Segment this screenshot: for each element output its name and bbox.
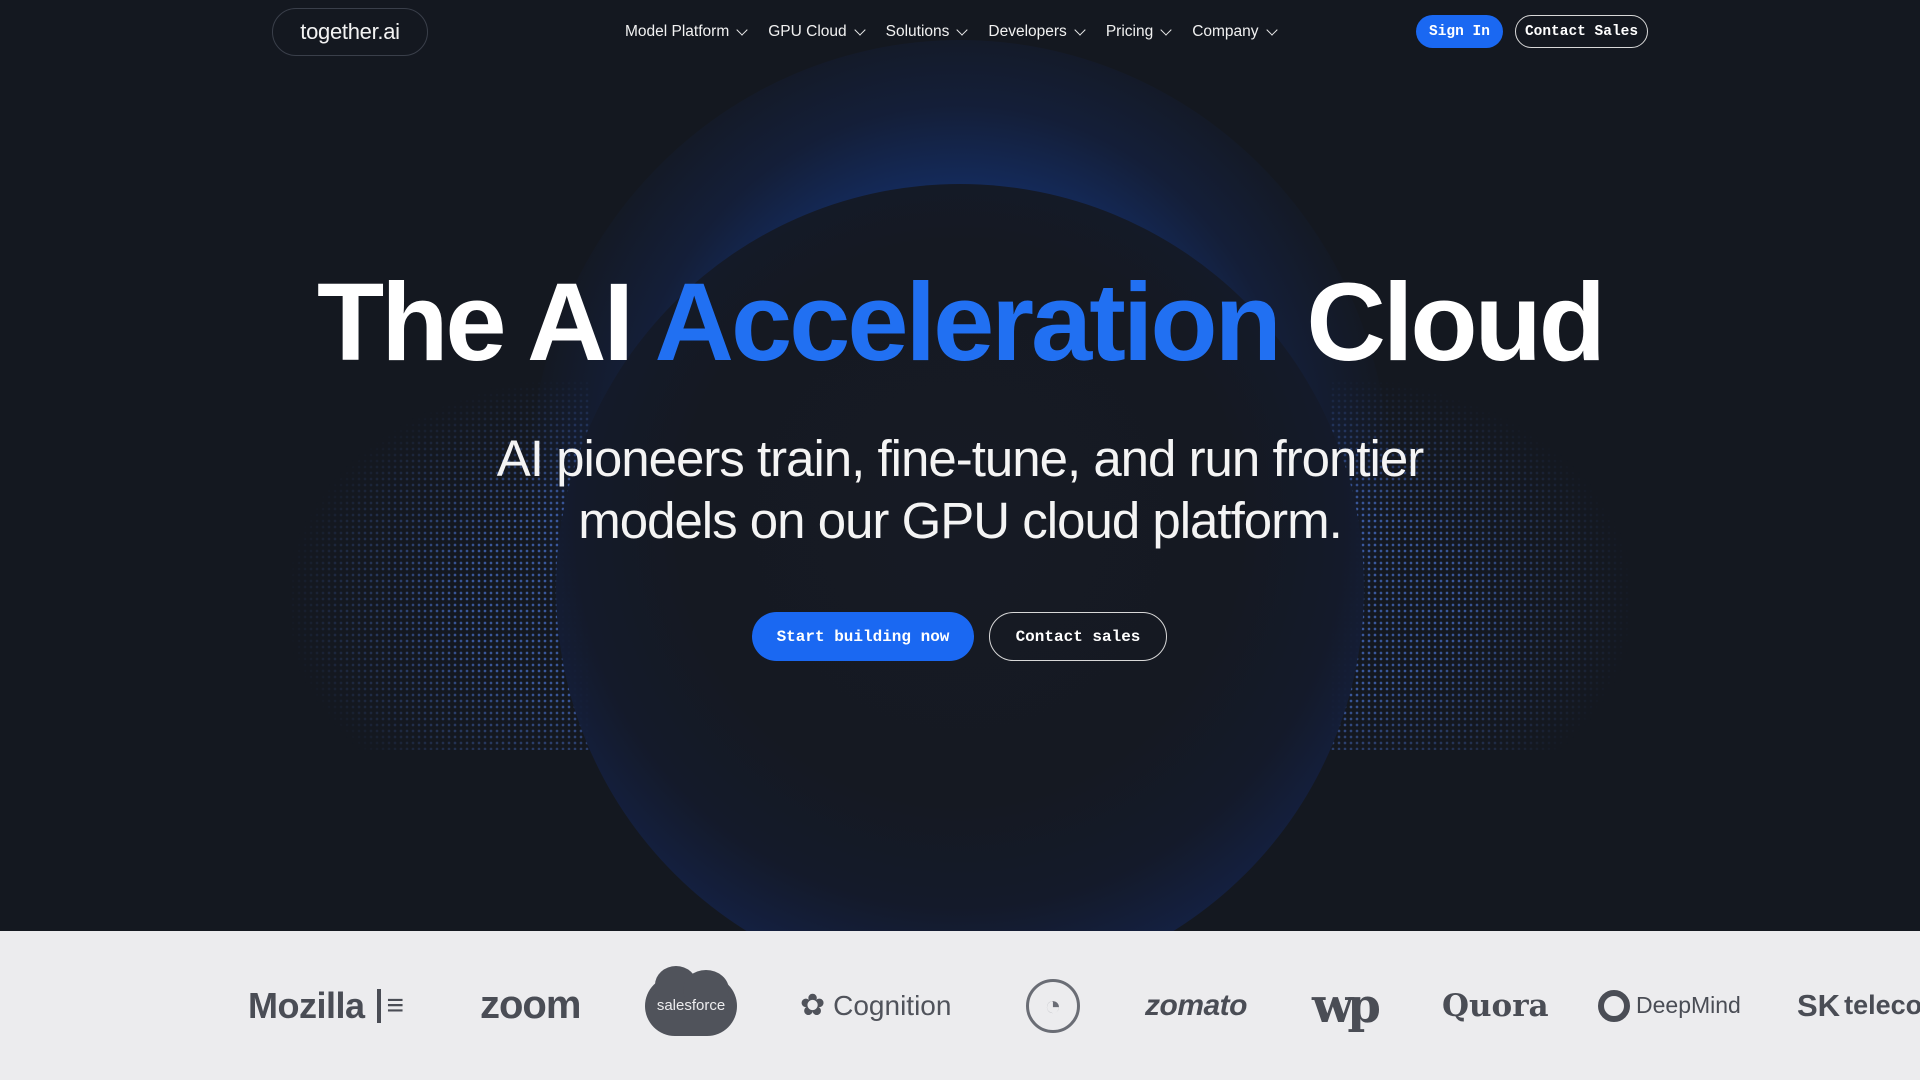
- headline-text: The AI: [317, 261, 655, 384]
- headline-text: Cloud: [1278, 261, 1606, 384]
- main-menu: Model Platform GPU Cloud Solutions Devel…: [625, 20, 1298, 44]
- telecom-wordmark: teleco: [1844, 990, 1920, 1020]
- start-building-button[interactable]: Start building now: [752, 612, 974, 661]
- zomato-logo: zomato: [1145, 931, 1248, 1080]
- duckduckgo-logo: ◔: [1026, 931, 1080, 1080]
- menu-item-gpu-cloud[interactable]: GPU Cloud: [768, 20, 866, 44]
- chevron-down-icon: [1265, 24, 1278, 36]
- chevron-down-icon: [1160, 24, 1172, 36]
- duck-icon: ◔: [1026, 978, 1080, 1033]
- menu-item-developers[interactable]: Developers: [988, 20, 1086, 44]
- deepmind-ring-icon: [1598, 989, 1630, 1022]
- together-ai-logo[interactable]: together.ai: [272, 8, 428, 56]
- menu-item-label: Company: [1192, 23, 1259, 40]
- quora-wordmark: Quora: [1442, 987, 1549, 1024]
- chevron-down-icon: [956, 24, 969, 36]
- zoom-wordmark: zoom: [480, 983, 581, 1027]
- menu-item-solutions[interactable]: Solutions: [885, 20, 969, 44]
- mozilla-logo: Mozilla ≡: [248, 931, 404, 1080]
- customer-logo-strip: Mozilla ≡ zoom salesforce ✿ Cognition ◔ …: [0, 931, 1920, 1080]
- cognition-wordmark: Cognition: [833, 989, 952, 1021]
- hero-section: together.ai Model Platform GPU Cloud Sol…: [0, 0, 1920, 931]
- menu-item-label: Model Platform: [625, 23, 730, 40]
- hero-headline: The AI Acceleration Cloud: [0, 258, 1920, 388]
- zoom-logo: zoom: [480, 931, 581, 1080]
- deepmind-logo: DeepMind: [1598, 931, 1741, 1080]
- salesforce-wordmark: salesforce: [656, 997, 726, 1014]
- mozilla-m-icon: ≡: [376, 988, 404, 1023]
- subtitle-line: AI pioneers train, fine-tune, and run fr…: [496, 430, 1424, 487]
- cognition-flower-icon: ✿: [800, 989, 826, 1022]
- sk-telecom-logo: SK teleco: [1797, 931, 1920, 1080]
- top-nav: together.ai Model Platform GPU Cloud Sol…: [0, 0, 1920, 64]
- menu-item-label: Pricing: [1105, 23, 1154, 40]
- cognition-logo: ✿ Cognition: [800, 931, 951, 1080]
- sk-wordmark: SK: [1797, 987, 1841, 1023]
- chevron-down-icon: [1074, 24, 1086, 36]
- menu-item-label: Solutions: [885, 23, 950, 40]
- salesforce-cloud-icon: salesforce: [645, 965, 737, 1036]
- contact-sales-nav-button[interactable]: Contact Sales: [1515, 15, 1648, 48]
- contact-sales-button[interactable]: Contact sales: [989, 612, 1167, 661]
- menu-item-company[interactable]: Company: [1192, 20, 1278, 44]
- menu-item-model-platform[interactable]: Model Platform: [625, 20, 748, 44]
- quora-logo: Quora: [1442, 931, 1549, 1080]
- subtitle-line: models on our GPU cloud platform.: [578, 492, 1343, 549]
- salesforce-logo: salesforce: [645, 931, 737, 1080]
- chevron-down-icon: [853, 24, 866, 36]
- washington-post-logo: wp: [1312, 931, 1381, 1080]
- hero-subtitle: AI pioneers train, fine-tune, and run fr…: [0, 428, 1920, 552]
- sign-in-button[interactable]: Sign In: [1416, 15, 1503, 48]
- menu-item-label: GPU Cloud: [768, 23, 847, 40]
- mozilla-wordmark: Mozilla: [248, 984, 365, 1026]
- zomato-wordmark: zomato: [1145, 988, 1248, 1022]
- menu-item-label: Developers: [988, 23, 1067, 40]
- headline-accent: Acceleration: [654, 261, 1282, 384]
- chevron-down-icon: [736, 24, 748, 36]
- deepmind-wordmark: DeepMind: [1636, 992, 1741, 1018]
- menu-item-pricing[interactable]: Pricing: [1105, 20, 1172, 44]
- wp-wordmark: wp: [1312, 977, 1381, 1034]
